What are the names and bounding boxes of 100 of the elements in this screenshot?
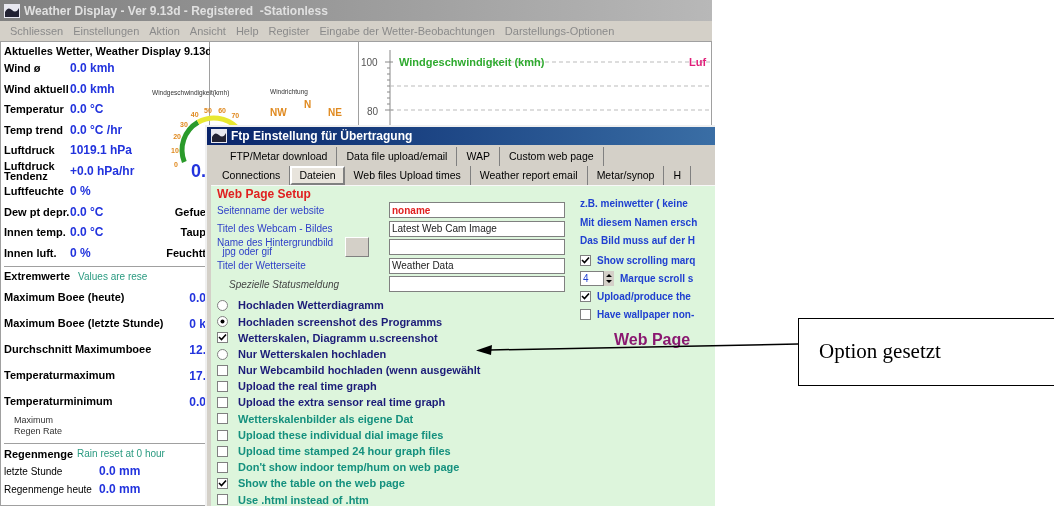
option-label: Have wallpaper non-: [597, 308, 695, 322]
compass-label: N: [304, 99, 312, 110]
axis-label: 100: [361, 56, 378, 70]
reading-label: Luftfeuchte: [4, 186, 65, 197]
group-title: Web Page Setup: [217, 187, 312, 201]
field-label: Name des Hintergrundbild jpg oder gif: [217, 238, 335, 257]
extreme-label: Durchschnitt Maximumboee: [4, 342, 152, 358]
option-label: Marque scroll s: [620, 272, 694, 286]
checkbox[interactable]: [217, 397, 228, 409]
extreme-value: 17.: [189, 367, 206, 385]
checkbox[interactable]: [217, 461, 228, 473]
reading-label: Luftdruck: [4, 145, 56, 156]
extreme-label: Maximum Boee (letzte Stunde): [4, 316, 164, 332]
reading-value: 0.0 °C: [70, 224, 105, 242]
hint-text: Mit diesem Namen ersch: [580, 215, 698, 230]
reading-value: 0.0 °C: [70, 203, 105, 221]
app-icon: [211, 129, 227, 143]
extreme-label: Maximum Boee (heute): [4, 290, 125, 306]
reading-value: 1019.1 hPa: [70, 142, 134, 160]
rain-label: letzte Stunde: [4, 464, 64, 479]
checkbox[interactable]: [217, 332, 228, 344]
group-title: Extremwerte: [4, 269, 71, 284]
checkbox[interactable]: [217, 413, 228, 425]
extreme-value: 12.: [189, 341, 206, 359]
radio-button[interactable]: [217, 316, 228, 328]
tab[interactable]: Dateien: [290, 166, 345, 185]
option-label: Upload time stamped 24 hour graph files: [238, 444, 451, 460]
reading-label: Innen temp.: [4, 227, 67, 238]
reading-label: Temp trend: [4, 124, 65, 135]
hint-text: z.B. meinwetter ( keine: [580, 197, 689, 211]
extreme-value: 0 k: [189, 315, 206, 333]
group-note: Rain reset at 0 hour: [77, 447, 165, 462]
field-label: Titel der Wetterseite: [217, 261, 307, 271]
option-label: Nur Wetterskalen hochladen: [238, 346, 387, 362]
rain-value: 0.0 mm: [99, 481, 141, 498]
option-label: Wetterskalen, Diagramm u.screenshot: [238, 330, 438, 346]
tab[interactable]: WAP: [457, 147, 500, 166]
series-label: Luf: [689, 55, 707, 70]
extreme-value: 0.0: [189, 393, 206, 411]
radio-button[interactable]: [217, 300, 228, 312]
text-field[interactable]: [389, 276, 565, 293]
option-label: Upload the extra sensor real time graph: [238, 395, 446, 411]
option-label: Upload/produce the: [597, 290, 691, 304]
reading-label: Feuchtt: [166, 245, 206, 261]
option-label: Nur Webcambild hochladen (wenn ausgewählt: [238, 363, 481, 379]
checkbox[interactable]: [580, 291, 591, 302]
rain-rate-label: Maximum Regen Rate: [13, 414, 64, 437]
checkbox[interactable]: [217, 364, 228, 376]
axis-label: 80: [367, 105, 379, 119]
hint-text: Das Bild muss auf der H: [580, 234, 697, 248]
radio-button[interactable]: [217, 348, 228, 360]
reading-value: 0 %: [70, 183, 92, 201]
callout-text: Option gesetzt: [819, 338, 941, 366]
checkbox[interactable]: [217, 445, 228, 457]
dialog-title: Ftp Einstellung für Übertragung: [231, 128, 413, 145]
checkbox[interactable]: [217, 494, 228, 506]
reading-label: Luftdruck Tendenz: [4, 160, 56, 181]
spinner-arrows-icon[interactable]: [604, 271, 614, 286]
extreme-label: Temperaturmaximum: [4, 368, 116, 384]
rain-label: Regenmenge heute: [4, 482, 93, 497]
tab[interactable]: Custom web page: [500, 147, 604, 166]
reading-label: 0.: [191, 161, 206, 180]
text-field[interactable]: Latest Web Cam Image: [389, 220, 565, 237]
app-icon: [4, 3, 20, 18]
section-heading: Web Page: [614, 329, 692, 350]
series-label: Windgeschwindigkeit (kmh): [399, 55, 545, 70]
spinner-field[interactable]: 4: [580, 271, 604, 286]
checkbox[interactable]: [580, 255, 591, 266]
option-label: Wetterskalenbilder als eigene Dat: [238, 411, 414, 427]
checkbox[interactable]: [217, 429, 228, 441]
reading-value: 0.0 °C: [70, 101, 105, 119]
checkbox[interactable]: [217, 381, 228, 393]
group-title: Regenmenge: [4, 446, 74, 462]
option-label: Don't show indoor temp/hum on web page: [238, 460, 460, 476]
reading-label: Temperatur: [4, 104, 65, 115]
checkbox[interactable]: [217, 478, 228, 490]
field-label: Titel des Webcam - Bildes: [217, 224, 334, 234]
option-label: Hochladen screenshot des Programms: [238, 314, 443, 330]
checkbox[interactable]: [580, 309, 591, 320]
option-label: Upload the real time graph: [238, 379, 377, 395]
field-label: Spezielle Statusmeldung: [228, 279, 341, 289]
browse-button[interactable]: [345, 237, 369, 258]
compass-label: NW: [270, 107, 287, 118]
reading-label: Dew pt depr.: [4, 206, 70, 217]
reading-label: Gefue: [174, 204, 206, 220]
rain-value: 0.0 mm: [99, 463, 141, 480]
text-field[interactable]: Weather Data: [389, 257, 565, 274]
option-label: Hochladen Wetterdiagramm: [238, 298, 384, 314]
field-label: Seitenname der website: [217, 205, 326, 215]
group-note: Values are rese: [78, 269, 148, 284]
text-field[interactable]: noname: [389, 202, 565, 219]
option-label: Upload these individual dial image files: [238, 427, 444, 443]
extreme-label: Temperaturminimum: [4, 394, 113, 410]
text-field[interactable]: [389, 239, 565, 256]
reading-label: Innen luft.: [4, 247, 58, 258]
window-title: Weather Display - Ver 9.13d - Registered -Stationless: [24, 2, 328, 20]
compass-label: NE: [328, 107, 342, 118]
reading-value: +0.0 hPa/hr: [70, 162, 136, 180]
option-label: Use .html instead of .htm: [238, 492, 369, 506]
extreme-value: 0.0: [189, 289, 206, 307]
